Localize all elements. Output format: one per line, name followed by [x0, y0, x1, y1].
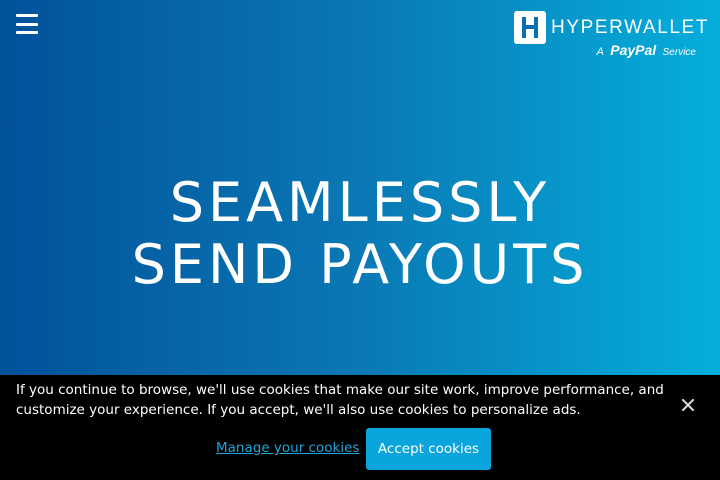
hero-line-2: SEND PAYOUTS — [131, 233, 589, 296]
tagline-brand: PayPal — [610, 42, 657, 58]
page: HYPERWALLET A PayPal Service SEAMLESSLY … — [0, 0, 720, 480]
logo-tagline: A PayPal Service — [596, 42, 696, 60]
manage-cookies-link[interactable]: Manage your cookies — [216, 440, 359, 456]
logo-wordmark: HYPERWALLET — [551, 17, 710, 38]
hero-heading: SEAMLESSLY SEND PAYOUTS — [0, 172, 720, 296]
hyperwallet-logo-mark-icon — [514, 11, 546, 44]
hamburger-menu-icon[interactable] — [16, 14, 38, 34]
menu-bar — [16, 31, 38, 34]
accept-cookies-button[interactable]: Accept cookies — [366, 428, 491, 470]
cookie-banner: If you continue to browse, we'll use coo… — [0, 375, 720, 480]
hero-line-1: SEAMLESSLY — [169, 171, 551, 234]
cookie-message: If you continue to browse, we'll use coo… — [16, 382, 664, 418]
tagline-suffix: Service — [662, 47, 696, 58]
menu-bar — [16, 22, 38, 26]
hyperwallet-logo[interactable]: HYPERWALLET A PayPal Service — [514, 11, 707, 60]
close-icon[interactable] — [680, 397, 696, 413]
menu-bar — [16, 14, 38, 17]
tagline-prefix: A — [596, 46, 604, 58]
